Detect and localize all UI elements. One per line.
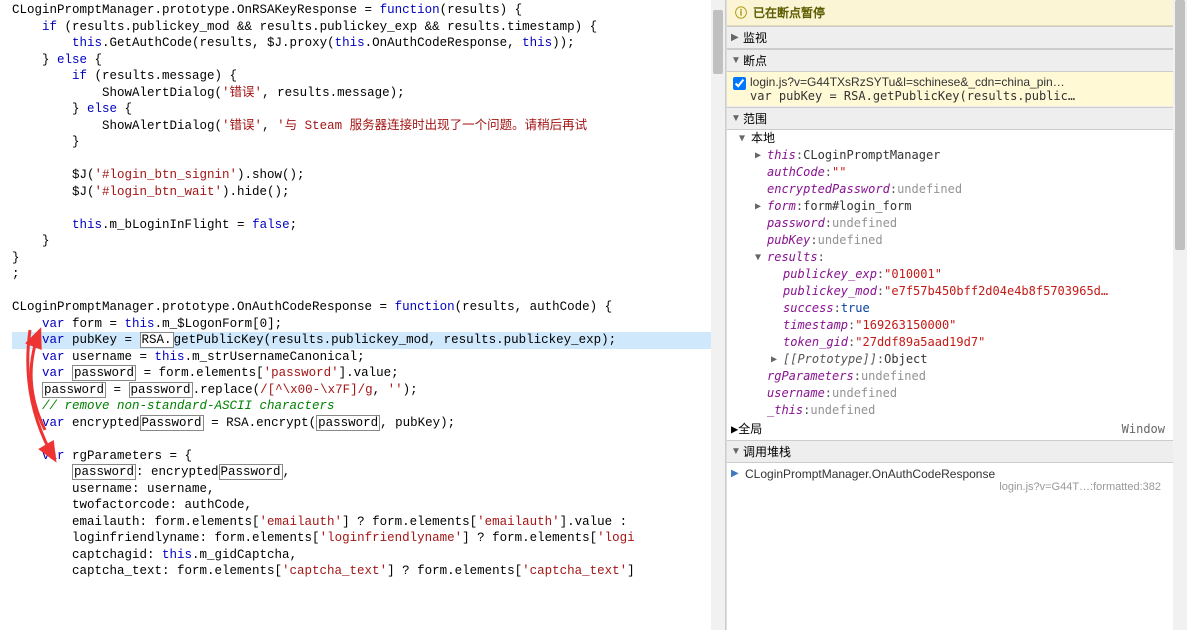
scope-variable[interactable]: ▶this: CLoginPromptManager [727,147,1173,164]
code-line[interactable]: ; [12,266,725,283]
breakpoint-checkbox[interactable] [733,77,746,90]
code-content[interactable]: CLoginPromptManager.prototype.OnRSAKeyRe… [0,0,725,582]
watch-label: 监视 [743,29,767,46]
code-line[interactable] [12,151,725,168]
scope-tree: ▼ 本地 ▶this: CLoginPromptManagerauthCode:… [727,130,1173,440]
code-line[interactable]: $J('#login_btn_wait').hide(); [12,184,725,201]
code-line[interactable]: captcha_text: form.elements['captcha_tex… [12,563,725,580]
global-scope-header[interactable]: ▶全局 Window [727,419,1173,440]
code-line[interactable] [12,200,725,217]
code-line[interactable]: var rgParameters = { [12,448,725,465]
outer-scrollbar-thumb[interactable] [1175,0,1185,250]
callstack-item[interactable]: CLoginPromptManager.OnAuthCodeResponse l… [727,463,1173,497]
code-line[interactable]: captchagid: this.m_gidCaptcha, [12,547,725,564]
chevron-down-icon: ▼ [731,113,743,124]
code-line[interactable]: var form = this.m_$LogonForm[0]; [12,316,725,333]
code-line[interactable]: ShowAlertDialog('错误', '与 Steam 服务器连接时出现了… [12,118,725,135]
code-line[interactable]: var encryptedPassword = RSA.encrypt(pass… [12,415,725,432]
code-line[interactable]: emailauth: form.elements['emailauth'] ? … [12,514,725,531]
code-line[interactable] [12,283,725,300]
paused-label: 已在断点暂停 [753,4,825,21]
breakpoints-label: 断点 [743,52,767,69]
watch-section-header[interactable]: ▶ 监视 [727,26,1173,49]
debugger-panel: ⓘ 已在断点暂停 ▶ 监视 ▼ 断点 login.js?v=G44TXsRzSY… [726,0,1173,630]
code-line[interactable]: password = password.replace(/[^\x00-\x7F… [12,382,725,399]
scope-variable[interactable]: timestamp: "169263150000" [727,317,1173,334]
code-line[interactable]: CLoginPromptManager.prototype.OnRSAKeyRe… [12,2,725,19]
scope-variable[interactable]: password: undefined [727,215,1173,232]
scope-variable[interactable]: username: undefined [727,385,1173,402]
code-line[interactable]: if (results.message) { [12,68,725,85]
scope-variable[interactable]: publickey_exp: "010001" [727,266,1173,283]
breakpoint-file: login.js?v=G44TXsRzSYTu&l=schinese&_cdn=… [750,75,1075,89]
chevron-down-icon: ▼ [739,130,751,147]
scope-variable[interactable]: ▶form: form#login_form [727,198,1173,215]
scope-variable[interactable]: encryptedPassword: undefined [727,181,1173,198]
code-editor-panel[interactable]: CLoginPromptManager.prototype.OnRSAKeyRe… [0,0,726,630]
breakpoint-code: var pubKey = RSA.getPublicKey(results.pu… [750,89,1075,103]
code-line[interactable]: this.GetAuthCode(results, $J.proxy(this.… [12,35,725,52]
paused-banner: ⓘ 已在断点暂停 [727,0,1173,26]
info-icon: ⓘ [735,4,747,21]
chevron-down-icon: ▼ [731,446,743,457]
scope-variable[interactable]: publickey_mod: "e7f57b450bff2d04e4b8f570… [727,283,1173,300]
code-line[interactable]: } [12,233,725,250]
code-line[interactable]: var username = this.m_strUsernameCanonic… [12,349,725,366]
code-line[interactable]: } [12,134,725,151]
code-line[interactable]: loginfriendlyname: form.elements['loginf… [12,530,725,547]
code-line[interactable] [12,431,725,448]
scope-section-header[interactable]: ▼ 范围 [727,107,1173,130]
local-label: 本地 [751,130,775,147]
code-line[interactable]: } else { [12,52,725,69]
breakpoints-section-header[interactable]: ▼ 断点 [727,49,1173,72]
chevron-right-icon: ▶ [731,32,743,43]
code-line[interactable]: CLoginPromptManager.prototype.OnAuthCode… [12,299,725,316]
code-line[interactable]: var pubKey = RSA.getPublicKey(results.pu… [12,332,725,349]
callstack-label: 调用堆栈 [743,443,791,460]
scope-variable[interactable]: rgParameters: undefined [727,368,1173,385]
scope-label: 范围 [743,110,767,127]
code-line[interactable]: ShowAlertDialog('错误', results.message); [12,85,725,102]
callstack-location: login.js?v=G44T…:formatted:382 [745,481,1169,493]
code-line[interactable]: } [12,250,725,267]
callstack-function: CLoginPromptManager.OnAuthCodeResponse [745,467,1169,481]
code-scrollbar-thumb[interactable] [713,10,723,74]
scope-variable[interactable]: ▼results: [727,249,1173,266]
outer-scrollbar[interactable] [1173,0,1187,630]
local-scope-header[interactable]: ▼ 本地 [727,130,1173,147]
code-line[interactable]: } else { [12,101,725,118]
scope-variable[interactable]: authCode: "" [727,164,1173,181]
global-value: Window [1122,421,1165,438]
code-line[interactable]: if (results.publickey_mod && results.pub… [12,19,725,36]
code-scrollbar[interactable] [711,0,725,630]
scope-variable[interactable]: _this: undefined [727,402,1173,419]
scope-variable[interactable]: pubKey: undefined [727,232,1173,249]
scope-variable[interactable]: success: true [727,300,1173,317]
code-line[interactable]: password: encryptedPassword, [12,464,725,481]
scope-variable[interactable]: ▶[[Prototype]]: Object [727,351,1173,368]
code-line[interactable]: var password = form.elements['password']… [12,365,725,382]
code-line[interactable]: this.m_bLoginInFlight = false; [12,217,725,234]
code-line[interactable]: username: username, [12,481,725,498]
scope-variable[interactable]: token_gid: "27ddf89a5aad19d7" [727,334,1173,351]
callstack-section-header[interactable]: ▼ 调用堆栈 [727,440,1173,463]
breakpoint-item[interactable]: login.js?v=G44TXsRzSYTu&l=schinese&_cdn=… [727,72,1173,107]
code-line[interactable]: $J('#login_btn_signin').show(); [12,167,725,184]
code-line[interactable]: // remove non-standard-ASCII characters [12,398,725,415]
global-label: 全局 [738,422,762,436]
code-line[interactable]: twofactorcode: authCode, [12,497,725,514]
chevron-down-icon: ▼ [731,55,743,66]
